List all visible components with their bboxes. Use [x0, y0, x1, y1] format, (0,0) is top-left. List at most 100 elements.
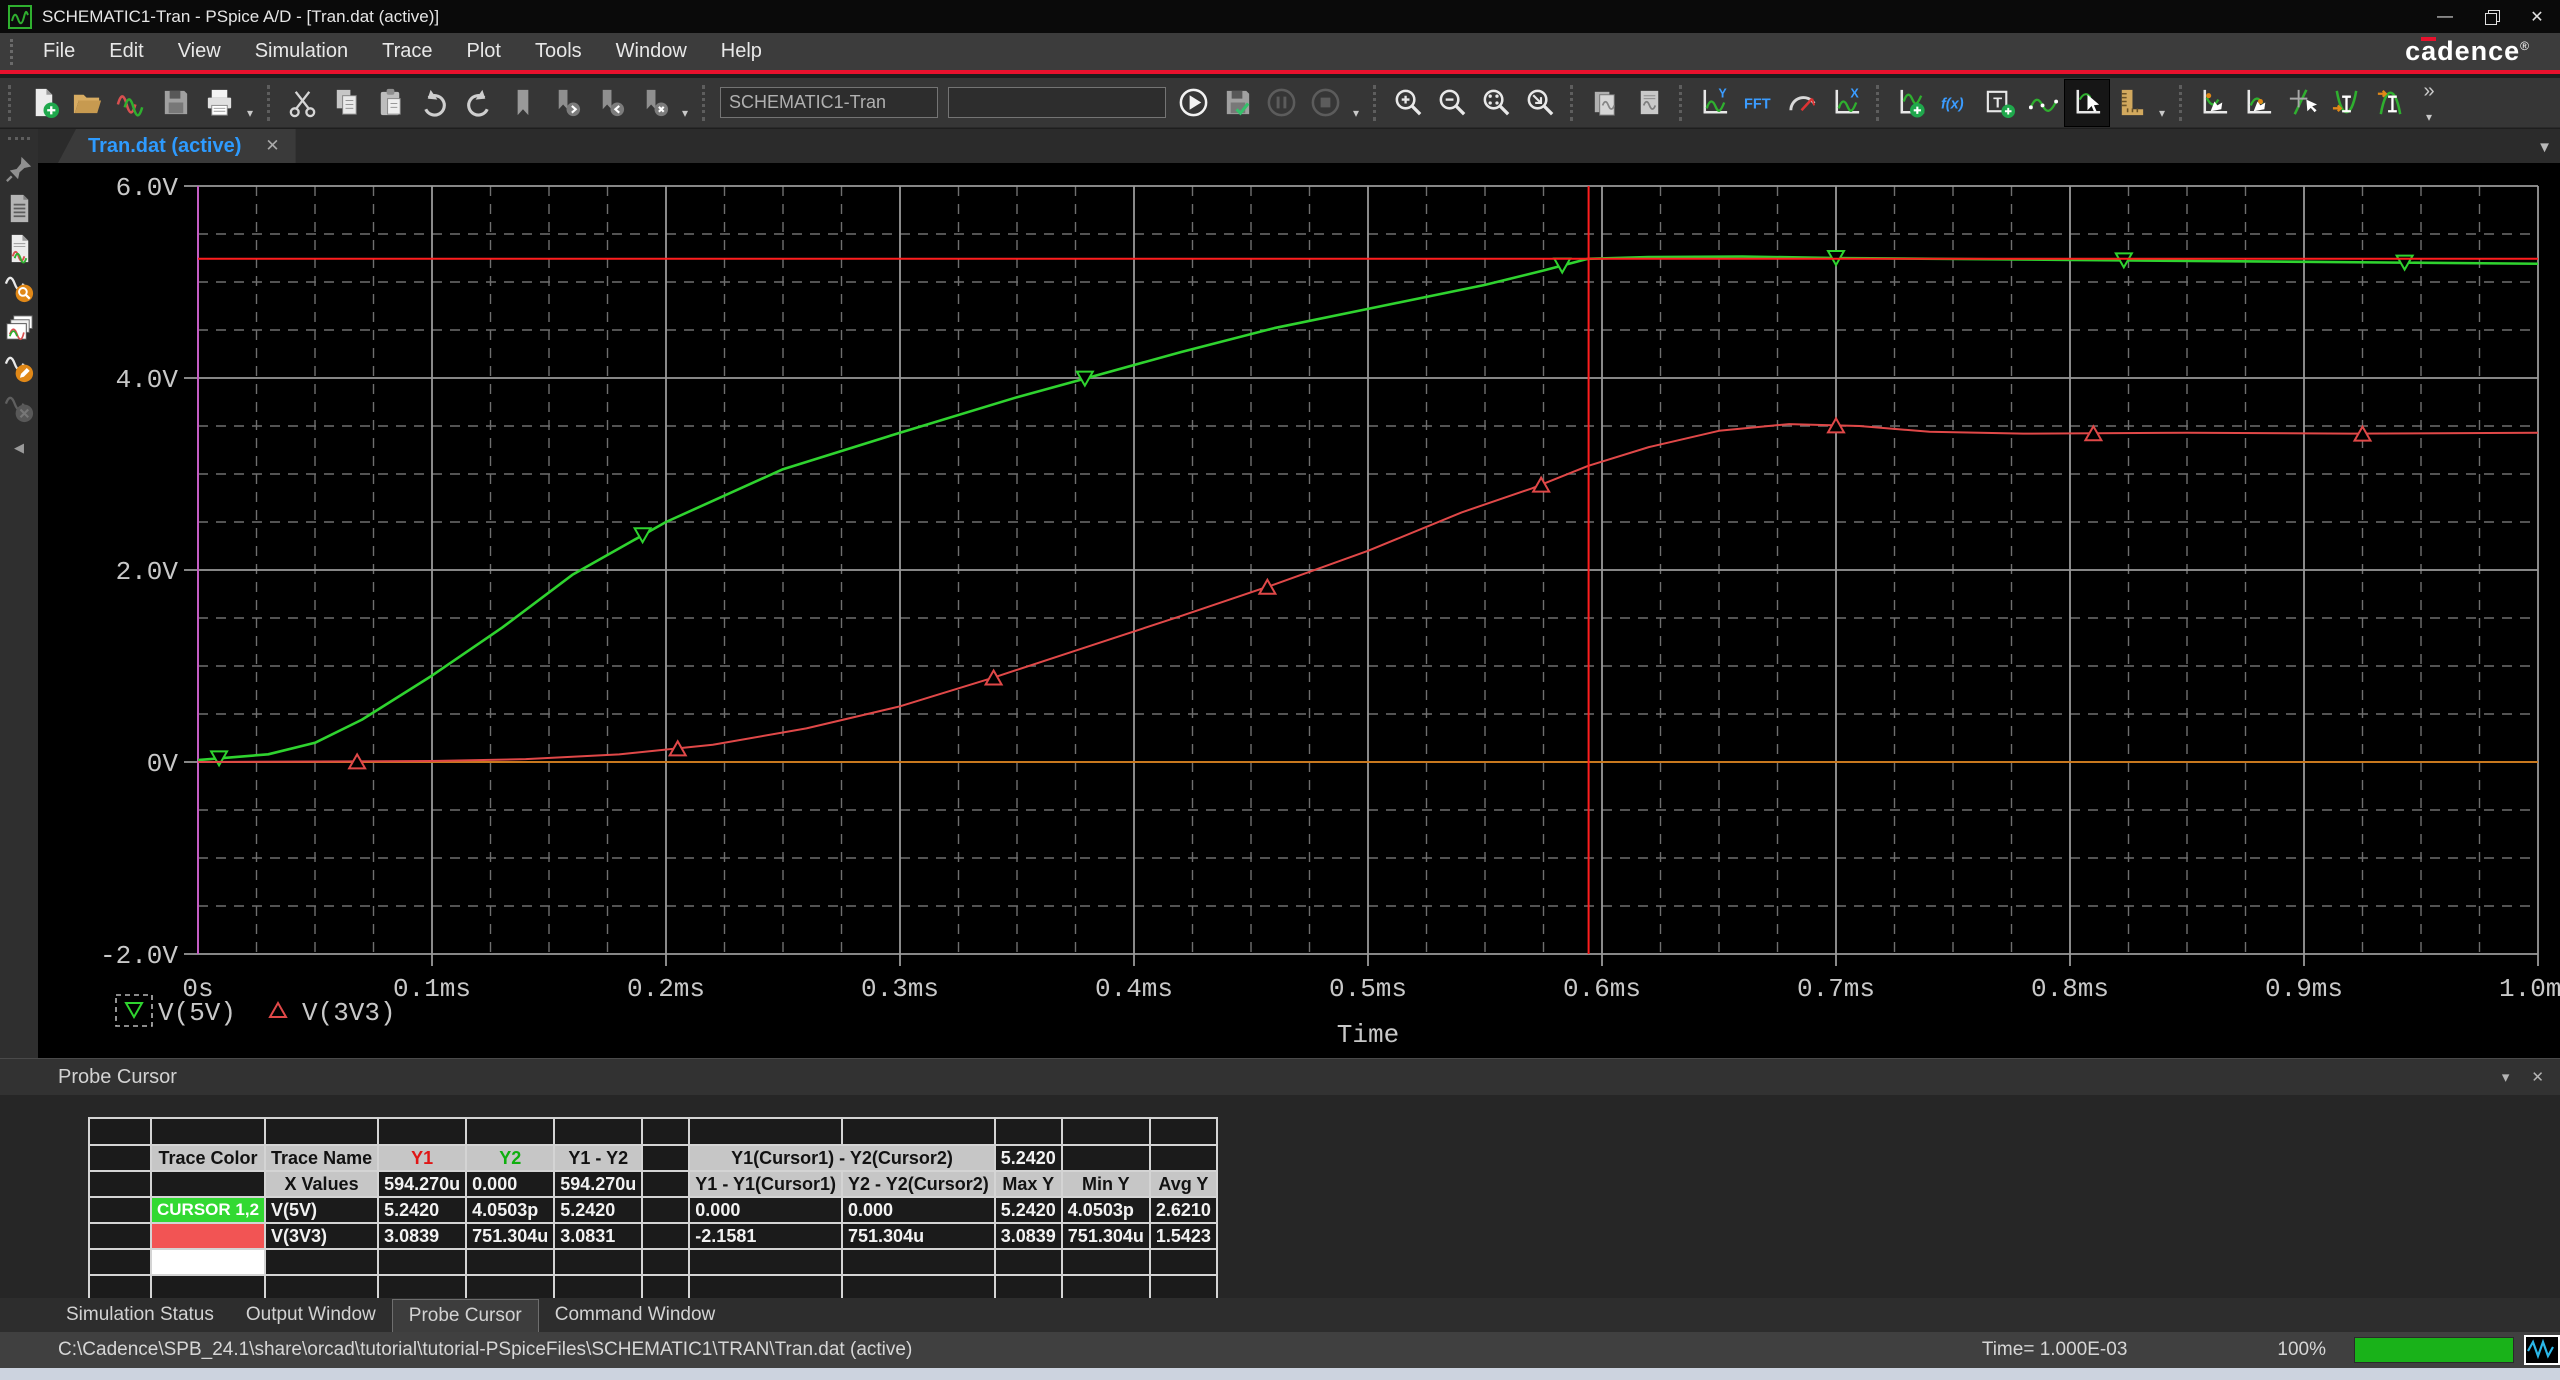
cursor-table-cell-r4c11: 1.5423: [1150, 1223, 1217, 1249]
undo-icon[interactable]: [412, 80, 456, 126]
save-results-icon[interactable]: [1215, 80, 1259, 126]
cursor-slope-icon[interactable]: [2280, 80, 2324, 126]
menu-item-window[interactable]: Window: [599, 33, 704, 70]
cursor-table-cell-r2c4: 0.000: [466, 1171, 554, 1197]
dock-tab-command-window[interactable]: Command Window: [539, 1299, 732, 1331]
dropdown-arrow[interactable]: ▾: [241, 80, 259, 126]
cursor-max-icon[interactable]: [2368, 80, 2412, 126]
simulation-results-doc-icon[interactable]: [1, 228, 37, 268]
stop-simulation-icon[interactable]: [1303, 80, 1347, 126]
run-simulation-icon[interactable]: [1171, 80, 1215, 126]
panel-collapse-icon[interactable]: ▾: [2502, 1068, 2510, 1086]
bookmark-prev-icon[interactable]: [588, 80, 632, 126]
cursor-table-cell-r1c0: [89, 1145, 151, 1171]
bookmark-next-icon[interactable]: [544, 80, 588, 126]
plot-legend[interactable]: V(5V) V(3V3): [116, 995, 396, 1028]
dropdown-arrow[interactable]: ▾: [2153, 80, 2171, 126]
cursor-table-cell-r3c0: [89, 1197, 151, 1223]
dropdown-arrow[interactable]: ▾: [676, 80, 694, 126]
cursor-table-cell-r1c7: Y1(Cursor1) - Y2(Cursor2): [689, 1145, 994, 1171]
export-page-icon[interactable]: [1627, 80, 1671, 126]
status-progress-percent: 100%: [2277, 1339, 2326, 1361]
cursor-min-icon[interactable]: [2324, 80, 2368, 126]
menu-item-help[interactable]: Help: [704, 33, 779, 70]
cursor-table-cell-r3c11: 2.6210: [1150, 1197, 1217, 1223]
overflow-chevron[interactable]: »▾: [2412, 80, 2446, 126]
log-y-axis-icon[interactable]: Y: [1692, 80, 1736, 126]
dropdown-arrow[interactable]: ▾: [1347, 80, 1365, 126]
minimize-button[interactable]: —: [2422, 0, 2468, 33]
zoom-fit-icon[interactable]: [1474, 80, 1518, 126]
copy-icon[interactable]: [324, 80, 368, 126]
add-y-axis-icon[interactable]: [1889, 80, 1933, 126]
pause-simulation-icon[interactable]: [1259, 80, 1303, 126]
zoom-area-icon[interactable]: [1518, 80, 1562, 126]
cursor-table-cell-r3c2: V(5V): [265, 1197, 378, 1223]
svg-text:0V: 0V: [147, 749, 179, 779]
tab-list-dropdown-icon[interactable]: ▼: [2537, 139, 2552, 156]
svg-text:-2.0V: -2.0V: [100, 941, 178, 971]
tab-close-icon[interactable]: ✕: [265, 136, 279, 156]
dock-tab-simulation-status[interactable]: Simulation Status: [50, 1299, 230, 1331]
bookmark-icon[interactable]: [500, 80, 544, 126]
menu-item-trace[interactable]: Trace: [365, 33, 449, 70]
cursor-table-cell-r5c10: [1062, 1249, 1150, 1275]
toolbar-grip: [2179, 85, 2186, 121]
restore-button[interactable]: [2468, 0, 2514, 33]
tab-tran-dat[interactable]: Tran.dat (active) ✕: [58, 129, 296, 163]
view-all-windows-icon[interactable]: [1, 308, 37, 348]
edit-simulation-profile-icon[interactable]: [1, 348, 37, 388]
cut-icon[interactable]: [280, 80, 324, 126]
cursor-peak-icon[interactable]: [2192, 80, 2236, 126]
simulation-profile-doc-icon[interactable]: [1, 188, 37, 228]
menu-item-file[interactable]: File: [26, 33, 92, 70]
cursor-table-cell-r2c11: Avg Y: [1150, 1171, 1217, 1197]
profile-combo[interactable]: SCHEMATIC1-Tran: [720, 87, 938, 118]
cursor-table-cell-r1c6: [642, 1145, 689, 1171]
cursor-table-cell-r5c8: [842, 1249, 995, 1275]
title-bar: SCHEMATIC1-Tran - PSpice A/D - [Tran.dat…: [0, 0, 2560, 33]
svg-text:0.6ms: 0.6ms: [1563, 974, 1641, 1004]
menu-item-view[interactable]: View: [161, 33, 238, 70]
run-combo[interactable]: [948, 87, 1166, 118]
mark-data-points-icon[interactable]: [2021, 80, 2065, 126]
measurement-ruler-icon[interactable]: [2109, 80, 2153, 126]
save-icon[interactable]: [153, 80, 197, 126]
paste-icon[interactable]: [368, 80, 412, 126]
dock-tab-probe-cursor[interactable]: Probe Cursor: [392, 1299, 539, 1332]
cursor-table-cell-r5c6: [642, 1249, 689, 1275]
cursor-table-cell-r0c1: [151, 1118, 265, 1145]
redo-icon[interactable]: [456, 80, 500, 126]
zoom-out-icon[interactable]: [1430, 80, 1474, 126]
simulation-settings-icon[interactable]: [1, 388, 37, 428]
panel-close-icon[interactable]: ✕: [2531, 1068, 2544, 1086]
close-button[interactable]: ✕: [2514, 0, 2560, 33]
pin-icon[interactable]: [1, 148, 37, 188]
open-file-icon[interactable]: [65, 80, 109, 126]
performance-analysis-icon[interactable]: [1780, 80, 1824, 126]
eval-function-icon[interactable]: f(x): [1933, 80, 1977, 126]
menu-item-simulation[interactable]: Simulation: [238, 33, 365, 70]
menu-item-edit[interactable]: Edit: [92, 33, 160, 70]
toggle-cursor-icon[interactable]: [2065, 80, 2109, 126]
cursor-table-cell-r4c5: 3.0831: [554, 1223, 642, 1249]
copy-to-clipboard-icon[interactable]: [1583, 80, 1627, 126]
log-x-axis-icon[interactable]: X: [1824, 80, 1868, 126]
view-simulation-results-icon[interactable]: [1, 268, 37, 308]
cursor-table-cell-r2c2: X Values: [265, 1171, 378, 1197]
new-file-icon[interactable]: [21, 80, 65, 126]
dock-tab-output-window[interactable]: Output Window: [230, 1299, 392, 1331]
zoom-in-icon[interactable]: [1386, 80, 1430, 126]
toolbar-grip: [1876, 85, 1883, 121]
collapse-arrow-icon[interactable]: ◀: [1, 428, 37, 468]
menu-item-tools[interactable]: Tools: [518, 33, 599, 70]
cursor-trough-icon[interactable]: [2236, 80, 2280, 126]
print-icon[interactable]: [197, 80, 241, 126]
status-file-path: C:\Cadence\SPB_24.1\share\orcad\tutorial…: [58, 1339, 912, 1361]
text-label-icon[interactable]: T: [1977, 80, 2021, 126]
menu-item-plot[interactable]: Plot: [449, 33, 517, 70]
svg-text:f(x): f(x): [1940, 96, 1963, 112]
open-waveform-icon[interactable]: [109, 80, 153, 126]
fft-icon[interactable]: FFT: [1736, 80, 1780, 126]
bookmark-clear-icon[interactable]: [632, 80, 676, 126]
